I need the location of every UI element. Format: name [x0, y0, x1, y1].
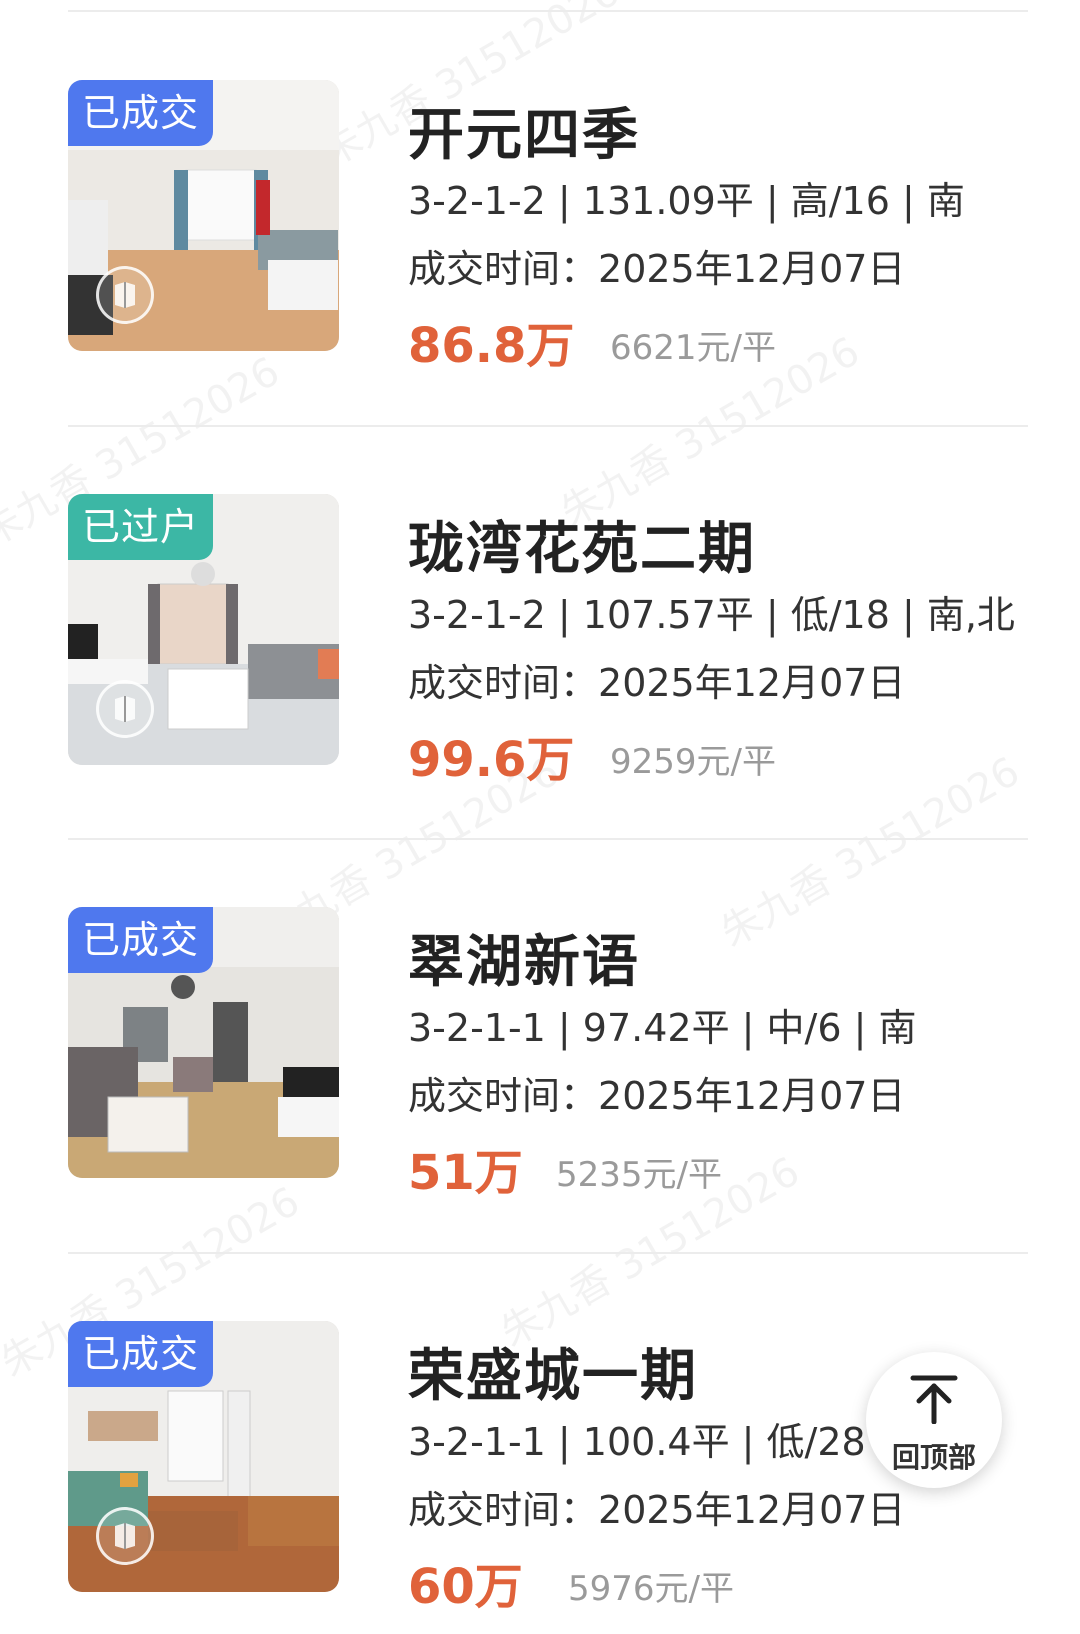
listing-photo[interactable]: 已成交: [68, 907, 339, 1178]
listing-title[interactable]: 翠湖新语: [408, 917, 640, 998]
total-price: 99.6万: [408, 732, 575, 788]
unit-price: 5235元/平: [556, 1155, 722, 1195]
listing-card[interactable]: 已成交 翠湖新语 3-2-1-1 | 97.42平 | 中/6 | 南 成交时间…: [0, 907, 1080, 1207]
divider: [68, 838, 1028, 840]
status-badge: 已成交: [68, 80, 214, 146]
divider: [68, 425, 1028, 427]
deal-time: 成交时间：2025年12月07日: [408, 238, 905, 293]
unit-price: 9259元/平: [610, 742, 776, 782]
vr-tour-icon[interactable]: [96, 1507, 154, 1565]
back-to-top-button[interactable]: 回顶部: [866, 1352, 1002, 1488]
listing-card[interactable]: 已成交 开元四季 3-2-1-2 | 131.09平 | 高/16 | 南 成交…: [0, 80, 1080, 380]
unit-price: 5976元/平: [568, 1569, 734, 1609]
listing-photo[interactable]: 已成交: [68, 80, 339, 351]
deal-time-label: 成交时间：: [408, 247, 599, 291]
deal-time: 成交时间：2025年12月07日: [408, 652, 905, 707]
listing-specs: 3-2-1-1 | 97.42平 | 中/6 | 南: [408, 1006, 917, 1050]
listing-title[interactable]: 荣盛城一期: [408, 1331, 698, 1412]
listing-photo[interactable]: 已成交: [68, 1321, 339, 1592]
deal-time-value: 2025年12月07日: [598, 661, 906, 705]
deal-time: 成交时间：2025年12月07日: [408, 1479, 905, 1534]
divider: [68, 10, 1028, 12]
status-badge: 已成交: [68, 1321, 214, 1387]
total-price: 86.8万: [408, 318, 575, 374]
deal-time: 成交时间：2025年12月07日: [408, 1065, 905, 1120]
deal-time-value: 2025年12月07日: [598, 1488, 906, 1532]
vr-tour-icon[interactable]: [96, 680, 154, 738]
listing-card[interactable]: 已过户 珑湾花苑二期 3-2-1-2 | 107.57平 | 低/18 | 南,…: [0, 494, 1080, 794]
deal-time-label: 成交时间：: [408, 1074, 599, 1118]
total-price: 51万: [408, 1145, 523, 1201]
listing-title[interactable]: 开元四季: [408, 90, 640, 171]
back-to-top-label: 回顶部: [891, 1441, 976, 1474]
status-badge: 已成交: [68, 907, 214, 973]
total-price: 60万: [408, 1559, 523, 1615]
listing-title[interactable]: 珑湾花苑二期: [408, 504, 756, 585]
deal-time-value: 2025年12月07日: [598, 247, 906, 291]
deal-time-label: 成交时间：: [408, 661, 599, 705]
listing-specs: 3-2-1-1 | 100.4平 | 低/28 |: [408, 1420, 891, 1464]
unit-price: 6621元/平: [610, 328, 776, 368]
listing-specs: 3-2-1-2 | 131.09平 | 高/16 | 南: [408, 179, 965, 223]
vr-tour-icon[interactable]: [96, 266, 154, 324]
listing-photo[interactable]: 已过户: [68, 494, 339, 765]
listing-specs: 3-2-1-2 | 107.57平 | 低/18 | 南,北: [408, 593, 1015, 637]
deal-time-value: 2025年12月07日: [598, 1074, 906, 1118]
divider: [68, 1252, 1028, 1254]
status-badge: 已过户: [68, 494, 214, 560]
arrow-up-icon: [910, 1375, 958, 1424]
deal-time-label: 成交时间：: [408, 1488, 599, 1532]
